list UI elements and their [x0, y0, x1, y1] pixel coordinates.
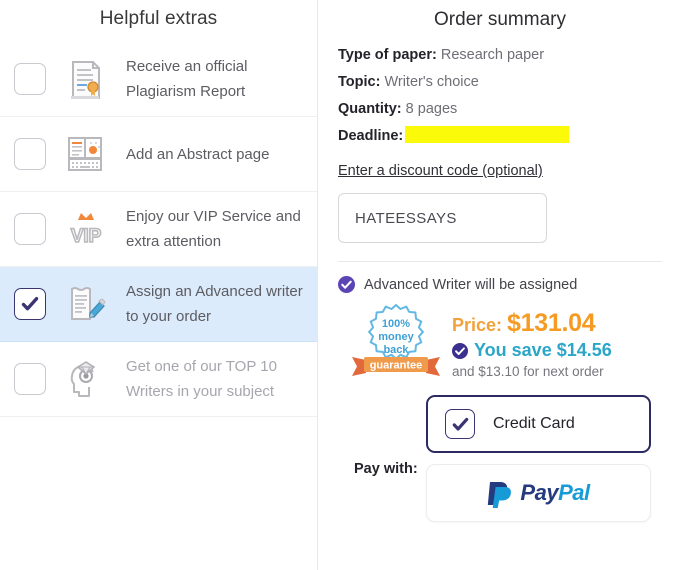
vip-crown-icon: VIP	[60, 203, 112, 255]
discount-code-link[interactable]: Enter a discount code (optional)	[338, 163, 543, 179]
save-amount-text: You save $14.56	[474, 340, 612, 361]
extra-label-advanced-writer: Assign an Advanced writer to your order	[126, 279, 305, 329]
price-details: Price: $131.04 You save $14.56 and $13.1…	[452, 299, 612, 379]
extra-row-vip-service[interactable]: VIP Enjoy our VIP Service and extra atte…	[0, 192, 317, 267]
extra-label-top10-writer: Get one of our TOP 10 Writers in your su…	[126, 354, 305, 404]
badge-line1: 100%	[382, 318, 410, 330]
extra-label-plagiarism-report: Receive an official Plagiarism Report	[126, 54, 305, 104]
extra-label-abstract-page: Add an Abstract page	[126, 142, 269, 167]
pay-with-label: Pay with:	[354, 461, 418, 477]
advanced-writer-note-text: Advanced Writer will be assigned	[364, 277, 577, 293]
summary-topic: Topic: Writer's choice	[338, 69, 662, 96]
next-order-credit-text: and $13.10 for next order	[452, 364, 612, 379]
summary-deadline-label: Deadline:	[338, 128, 403, 144]
price-label: Price:	[452, 315, 502, 335]
summary-divider	[338, 261, 662, 262]
paypal-monogram-icon	[487, 478, 513, 508]
order-extras-screen: Helpful extras	[0, 0, 680, 570]
save-line: You save $14.56	[452, 340, 612, 361]
badge-ribbon: guarantee	[370, 360, 423, 372]
payment-option-credit-card[interactable]: Credit Card	[426, 395, 651, 453]
checkbox-abstract-page[interactable]	[14, 138, 46, 170]
check-icon-credit-card	[451, 415, 470, 434]
deadline-redaction-block	[405, 126, 569, 143]
badge-line3: back	[383, 344, 409, 356]
extra-row-advanced-writer[interactable]: Assign an Advanced writer to your order	[0, 267, 317, 342]
circle-check-icon-save	[452, 343, 468, 359]
circle-check-icon	[338, 276, 355, 293]
helpful-extras-title: Helpful extras	[0, 0, 317, 42]
advanced-writer-note: Advanced Writer will be assigned	[338, 276, 662, 293]
summary-topic-value: Writer's choice	[384, 74, 478, 90]
checkbox-top10-writer[interactable]	[14, 363, 46, 395]
payment-option-paypal[interactable]: PayPal	[426, 464, 651, 522]
summary-quantity-label: Quantity:	[338, 101, 402, 117]
paypal-pay-text: Pay	[520, 480, 558, 505]
abstract-page-icon	[60, 128, 112, 180]
summary-type-of-paper-value: Research paper	[441, 47, 544, 63]
helpful-extras-panel: Helpful extras	[0, 0, 318, 570]
extras-list: Receive an official Plagiarism Report	[0, 42, 317, 417]
checkbox-credit-card[interactable]	[445, 409, 475, 439]
extra-row-plagiarism-report[interactable]: Receive an official Plagiarism Report	[0, 42, 317, 117]
discount-code-input[interactable]	[338, 193, 547, 243]
summary-quantity-value: 8 pages	[406, 101, 458, 117]
order-summary-panel: Order summary Type of paper: Research pa…	[318, 0, 680, 570]
document-seal-icon	[60, 53, 112, 105]
price-amount: $131.04	[507, 309, 595, 337]
order-summary-title: Order summary	[338, 0, 662, 42]
head-diamond-icon	[60, 353, 112, 405]
summary-topic-label: Topic:	[338, 74, 380, 90]
payment-methods: Pay with: Credit Card	[338, 395, 662, 522]
extra-label-vip-service: Enjoy our VIP Service and extra attentio…	[126, 204, 305, 254]
checkbox-plagiarism-report[interactable]	[14, 63, 46, 95]
checkbox-vip-service[interactable]	[14, 213, 46, 245]
paypal-logo: PayPal	[487, 478, 589, 508]
badge-line2: money	[378, 331, 414, 343]
summary-type-of-paper: Type of paper: Research paper	[338, 42, 662, 69]
document-pencil-icon	[60, 278, 112, 330]
extra-row-top10-writer[interactable]: Get one of our TOP 10 Writers in your su…	[0, 342, 317, 417]
summary-deadline: Deadline:	[338, 123, 662, 150]
paypal-pal-text: Pal	[558, 480, 590, 505]
price-block: 100% money back guarantee Price: $131.04	[338, 299, 662, 387]
checkbox-advanced-writer[interactable]	[14, 288, 46, 320]
money-back-guarantee-badge: 100% money back guarantee	[346, 299, 446, 387]
summary-type-of-paper-label: Type of paper:	[338, 47, 437, 63]
check-icon	[20, 294, 40, 314]
summary-quantity: Quantity: 8 pages	[338, 96, 662, 123]
svg-text:VIP: VIP	[71, 226, 102, 247]
price-line: Price: $131.04	[452, 309, 612, 338]
credit-card-label: Credit Card	[493, 415, 575, 433]
extra-row-abstract-page[interactable]: Add an Abstract page	[0, 117, 317, 192]
